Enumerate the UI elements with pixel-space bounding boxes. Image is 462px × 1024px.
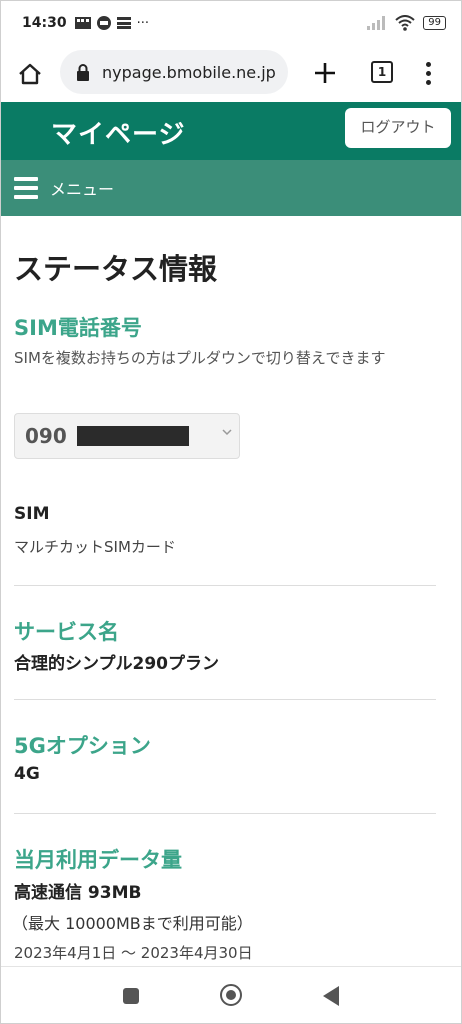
data-usage-heading: 当月利用データ量 xyxy=(14,848,182,872)
url-text: nypage.bmobile.ne.jp xyxy=(102,62,276,82)
data-usage-value: 高速通信 93MB xyxy=(14,883,142,903)
new-tab-button[interactable] xyxy=(308,56,342,90)
service-heading: サービス名 xyxy=(14,620,119,644)
redacted-number xyxy=(77,426,189,446)
option-5g-value: 4G xyxy=(14,764,40,784)
dot-icon xyxy=(425,61,431,67)
system-nav-bar xyxy=(1,966,461,1023)
back-icon[interactable] xyxy=(323,986,339,1006)
logout-button[interactable]: ログアウト xyxy=(345,108,451,148)
divider xyxy=(14,585,436,586)
plus-icon xyxy=(315,63,335,83)
lock-icon xyxy=(74,63,92,81)
home-button[interactable] xyxy=(14,58,46,90)
home-icon xyxy=(19,63,41,85)
phone-number-select[interactable]: 090 xyxy=(14,413,240,459)
sim-phone-note: SIMを複数お持ちの方はプルダウンで切り替えできます xyxy=(14,349,386,367)
browser-menu-button[interactable] xyxy=(416,56,440,90)
wifi-icon xyxy=(395,15,415,31)
data-usage-period: 2023年4月1日 ～ 2023年4月30日 xyxy=(14,944,253,962)
grid-icon xyxy=(74,17,91,29)
line-icon xyxy=(96,16,111,30)
phone-number-prefix: 090 xyxy=(25,424,67,448)
sim-value: マルチカットSIMカード xyxy=(14,538,176,556)
more-notifications: ··· xyxy=(136,15,149,31)
data-usage-max: （最大 10000MBまで利用可能） xyxy=(12,914,253,933)
site-header: マイページ ログアウト xyxy=(1,102,461,160)
page-title: ステータス情報 xyxy=(14,252,218,286)
menu-icon xyxy=(116,17,131,29)
status-bar: 14:30 ··· 99 xyxy=(0,0,462,46)
recents-icon[interactable] xyxy=(123,988,139,1004)
sim-label: SIM xyxy=(14,504,50,524)
browser-toolbar: nypage.bmobile.ne.jp 1 xyxy=(0,46,462,102)
sim-phone-heading: SIM電話番号 xyxy=(14,316,142,340)
service-value: 合理的シンプル290プラン xyxy=(14,654,219,674)
menu-label[interactable]: メニュー xyxy=(50,176,114,200)
hamburger-icon[interactable] xyxy=(14,177,38,199)
status-time: 14:30 xyxy=(22,15,67,31)
chevron-down-icon xyxy=(222,429,232,436)
divider xyxy=(14,699,436,700)
site-title: マイページ xyxy=(51,120,186,150)
status-right: 99 xyxy=(367,15,446,31)
battery-indicator: 99 xyxy=(423,16,446,30)
menu-bar[interactable]: メニュー xyxy=(1,160,461,216)
signal-icon xyxy=(367,16,386,30)
option-5g-heading: 5Gオプション xyxy=(14,734,151,758)
notification-icons: ··· xyxy=(74,15,149,31)
address-bar[interactable]: nypage.bmobile.ne.jp xyxy=(60,50,288,94)
tab-switcher-button[interactable]: 1 xyxy=(371,61,393,83)
dot-icon xyxy=(425,70,431,76)
home-nav-icon[interactable] xyxy=(220,984,242,1006)
dot-icon xyxy=(425,79,431,85)
divider xyxy=(14,813,436,814)
